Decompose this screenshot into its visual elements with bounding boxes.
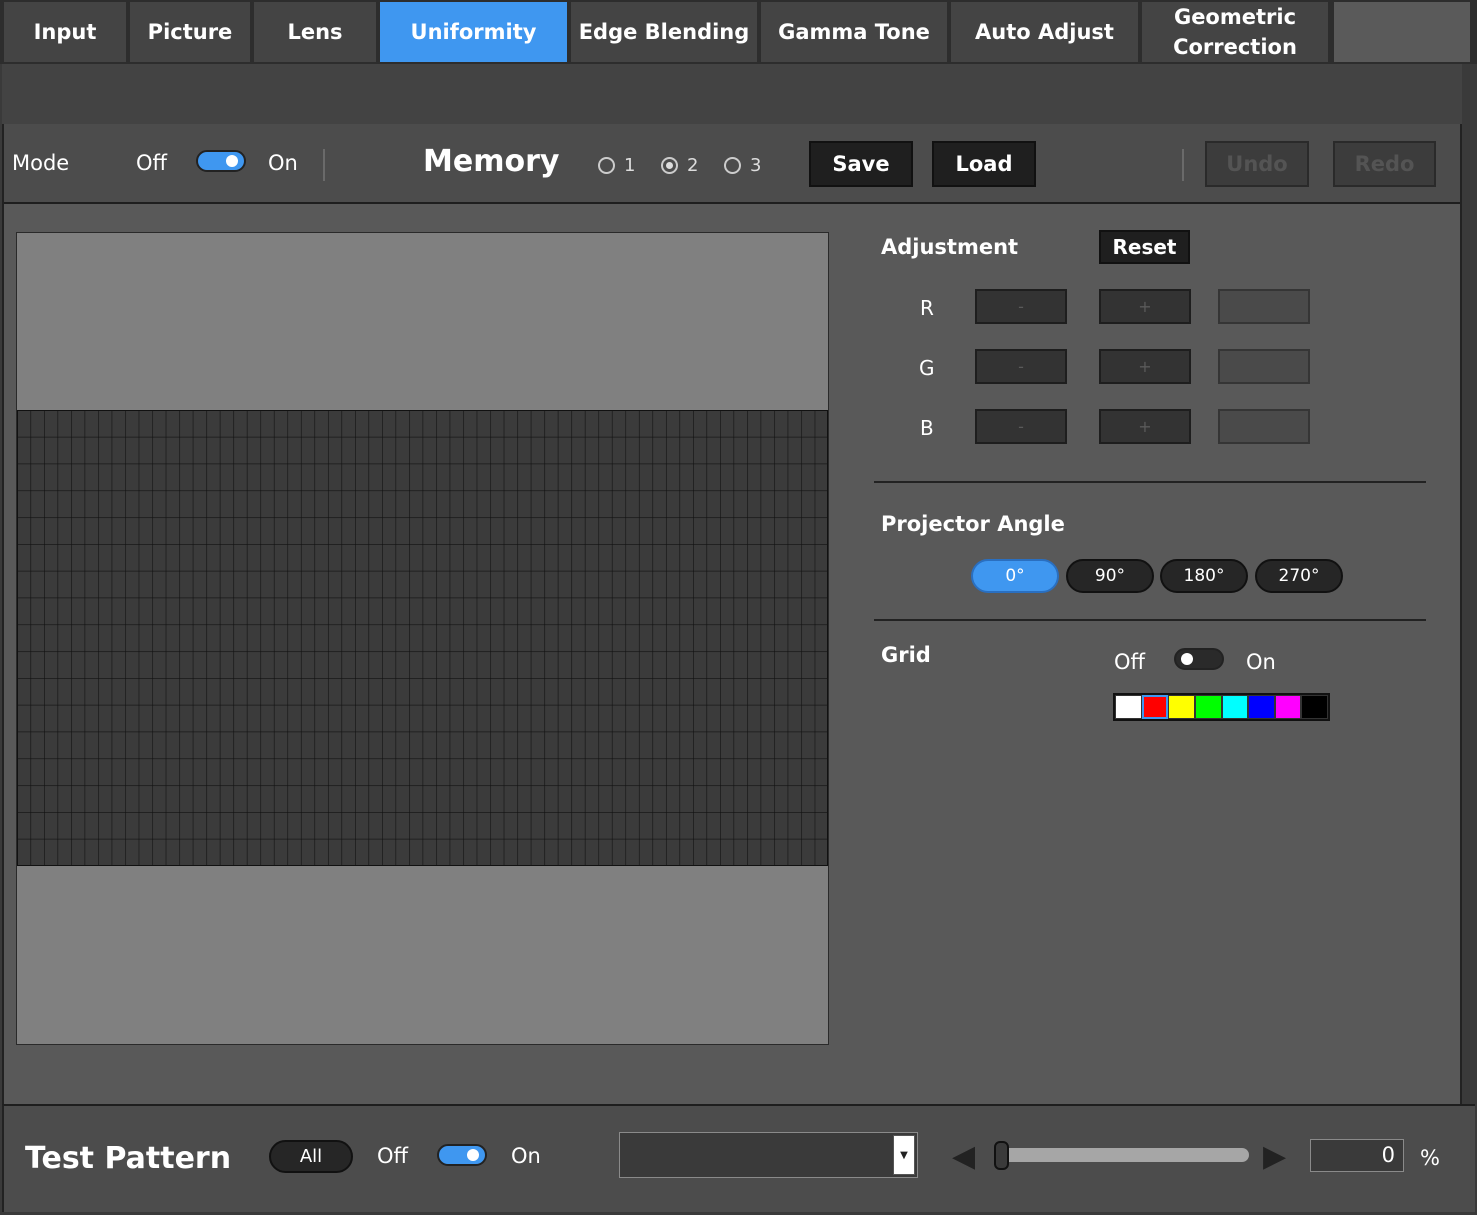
test-pattern-toggle[interactable] — [437, 1144, 487, 1166]
test-pattern-value-field[interactable]: 0 — [1310, 1139, 1404, 1172]
b-value-field[interactable] — [1218, 409, 1310, 444]
memory-radio-3-label: 3 — [750, 155, 762, 176]
chevron-down-icon[interactable]: ▼ — [893, 1135, 915, 1175]
save-button[interactable]: Save — [809, 141, 913, 187]
test-pattern-on-label: On — [511, 1144, 541, 1168]
toolbar-spacer — [2, 64, 1462, 124]
r-value-field[interactable] — [1218, 289, 1310, 324]
radio-circle-selected — [661, 157, 678, 174]
tab-edge-blending[interactable]: Edge Blending — [571, 2, 759, 62]
tab-uniformity[interactable]: Uniformity — [380, 2, 569, 62]
divider — [874, 619, 1426, 621]
test-pattern-off-label: Off — [377, 1144, 408, 1168]
swatch-white[interactable] — [1115, 695, 1142, 719]
channel-g-label: G — [919, 356, 935, 380]
r-minus-button[interactable]: - — [975, 289, 1067, 324]
test-pattern-dropdown[interactable]: ▼ — [619, 1132, 918, 1178]
channel-r-label: R — [920, 296, 934, 320]
grid-toggle-knob — [1181, 653, 1193, 665]
reset-button[interactable]: Reset — [1099, 230, 1190, 264]
b-plus-button[interactable]: + — [1099, 409, 1191, 444]
swatch-cyan[interactable] — [1221, 695, 1249, 719]
memory-radio-2-label: 2 — [687, 155, 699, 176]
b-minus-button[interactable]: - — [975, 409, 1067, 444]
divider — [874, 481, 1426, 483]
percent-label: % — [1420, 1146, 1440, 1170]
tab-lens[interactable]: Lens — [254, 2, 378, 62]
uniformity-grid[interactable] — [17, 410, 828, 866]
divider — [323, 149, 325, 181]
all-button[interactable]: All — [269, 1140, 353, 1173]
adjustment-title: Adjustment — [881, 235, 1019, 259]
slider-thumb[interactable] — [994, 1141, 1009, 1170]
load-button[interactable]: Load — [932, 141, 1036, 187]
angle-180-button[interactable]: 180° — [1160, 559, 1248, 593]
arrow-right-icon[interactable]: ▶ — [1263, 1142, 1286, 1172]
angle-270-button[interactable]: 270° — [1255, 559, 1343, 593]
tab-auto-adjust[interactable]: Auto Adjust — [951, 2, 1140, 62]
test-pattern-toggle-knob — [467, 1149, 479, 1161]
mode-on-label: On — [268, 151, 298, 175]
slider-track[interactable] — [997, 1148, 1249, 1162]
memory-radio-1-label: 1 — [624, 155, 636, 176]
swatch-green[interactable] — [1194, 695, 1222, 719]
tab-input[interactable]: Input — [4, 2, 128, 62]
tab-picture[interactable]: Picture — [130, 2, 252, 62]
swatch-red[interactable] — [1141, 695, 1169, 719]
mode-toggle[interactable] — [196, 150, 246, 172]
swatch-yellow[interactable] — [1168, 695, 1195, 719]
g-plus-button[interactable]: + — [1099, 349, 1191, 384]
memory-radio-3[interactable]: 3 — [724, 155, 761, 176]
swatch-black[interactable] — [1301, 695, 1329, 719]
grid-on-label: On — [1246, 650, 1276, 674]
mode-label: Mode — [12, 151, 70, 175]
memory-radio-2[interactable]: 2 — [661, 155, 698, 176]
tab-empty — [1334, 2, 1472, 62]
swatch-magenta[interactable] — [1274, 695, 1302, 719]
memory-label: Memory — [423, 144, 560, 179]
radio-circle — [598, 157, 615, 174]
tab-bar: Input Picture Lens Uniformity Edge Blend… — [0, 0, 1477, 64]
r-plus-button[interactable]: + — [1099, 289, 1191, 324]
channel-b-label: B — [920, 416, 934, 440]
uniformity-preview — [16, 232, 829, 1045]
redo-button[interactable]: Redo — [1333, 141, 1436, 187]
divider — [1182, 149, 1184, 181]
test-pattern-title: Test Pattern — [25, 1141, 232, 1176]
memory-radio-1[interactable]: 1 — [598, 155, 635, 176]
mode-toggle-knob — [226, 155, 238, 167]
grid-off-label: Off — [1114, 650, 1145, 674]
tab-gamma-tone[interactable]: Gamma Tone — [761, 2, 949, 62]
projector-angle-title: Projector Angle — [881, 512, 1065, 536]
grid-toggle[interactable] — [1174, 648, 1224, 670]
radio-circle — [724, 157, 741, 174]
grid-color-swatches — [1113, 693, 1330, 721]
grid-title: Grid — [881, 643, 931, 667]
angle-90-button[interactable]: 90° — [1066, 559, 1154, 593]
g-minus-button[interactable]: - — [975, 349, 1067, 384]
swatch-blue[interactable] — [1248, 695, 1275, 719]
g-value-field[interactable] — [1218, 349, 1310, 384]
angle-0-button[interactable]: 0° — [971, 559, 1059, 593]
tab-geometric-correction[interactable]: Geometric Correction — [1142, 2, 1330, 62]
mode-off-label: Off — [136, 151, 167, 175]
arrow-left-icon[interactable]: ◀ — [952, 1142, 975, 1172]
undo-button[interactable]: Undo — [1205, 141, 1309, 187]
